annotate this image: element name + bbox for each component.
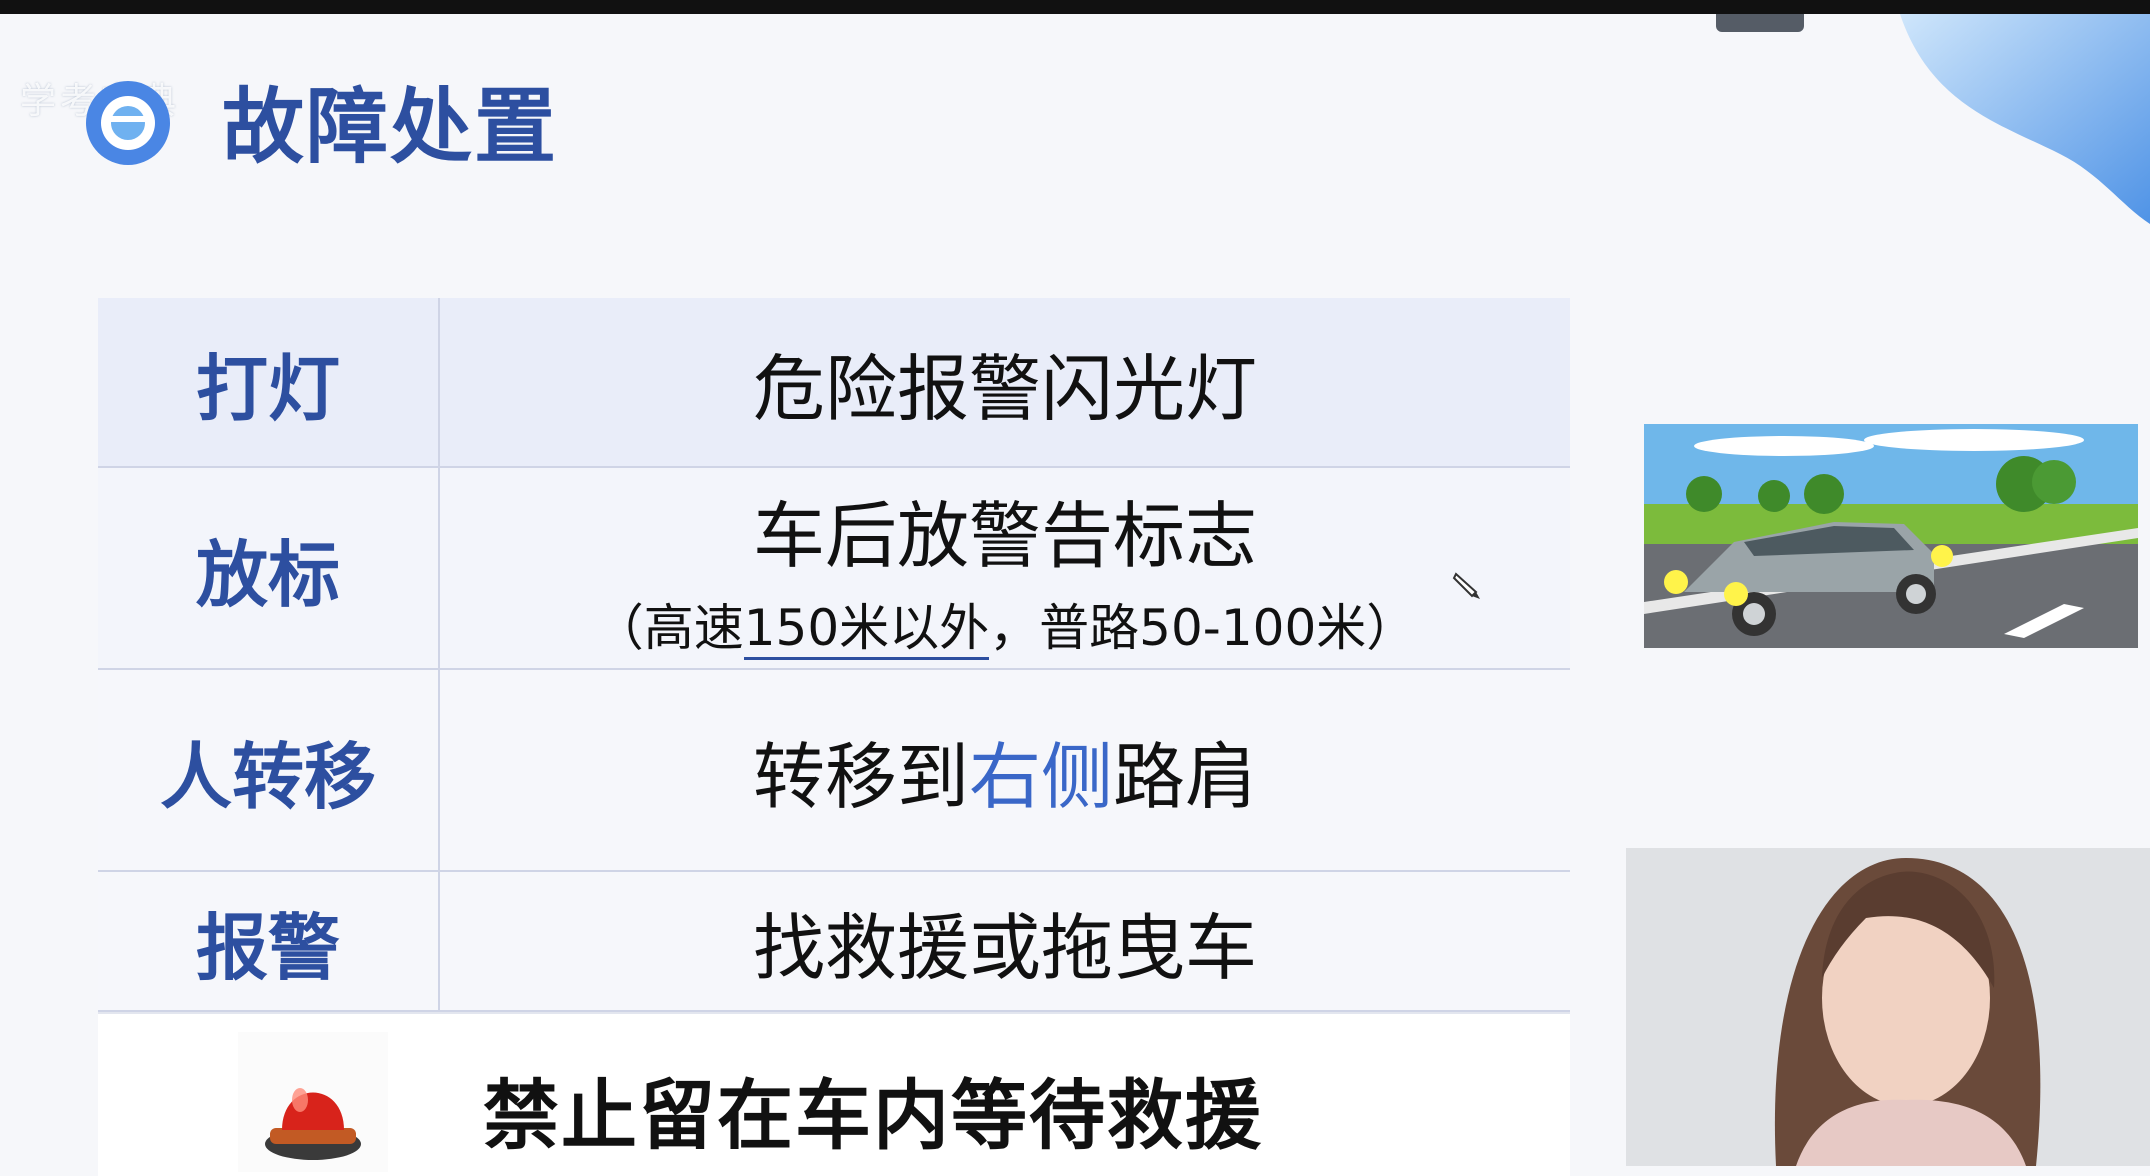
pencil-cursor-icon bbox=[1452, 572, 1480, 599]
row-label: 报警 bbox=[98, 872, 440, 1010]
row-content-text: 转移到右侧路肩 bbox=[753, 718, 1257, 823]
car-breakdown-image bbox=[1644, 424, 2138, 648]
corner-decoration bbox=[1900, 14, 2150, 224]
row-content: 危险报警闪光灯 bbox=[440, 298, 1570, 466]
row-content: 找救援或拖曳车 bbox=[440, 872, 1570, 1010]
table-row: 打灯 危险报警闪光灯 bbox=[98, 298, 1570, 468]
top-bar bbox=[0, 0, 2150, 14]
subtext-underlined: 150米以外 bbox=[743, 598, 990, 660]
subtext-rest: ，普路50-100米） bbox=[989, 598, 1417, 657]
row-label: 放标 bbox=[98, 468, 440, 668]
content-pre: 转移到 bbox=[752, 734, 969, 819]
webcam-feed bbox=[1626, 848, 2150, 1166]
row-content-text: 车后放警告标志 bbox=[752, 493, 1257, 578]
top-widget[interactable] bbox=[1716, 14, 1804, 32]
page-title: 故障处置 bbox=[222, 80, 559, 175]
content-highlight: 右侧 bbox=[968, 734, 1113, 819]
row-label: 人转移 bbox=[98, 670, 440, 870]
procedure-table: 打灯 危险报警闪光灯 放标 车后放警告标志 （高速150米以外，普路50-100… bbox=[98, 298, 1570, 1176]
presenter-video bbox=[1626, 848, 2150, 1166]
table-row: 人转移 转移到右侧路肩 bbox=[98, 670, 1570, 872]
warning-row: 禁止留在车内等待救援 bbox=[98, 1012, 1570, 1176]
table-row: 放标 车后放警告标志 （高速150米以外，普路50-100米） bbox=[98, 468, 1570, 670]
row-content-text: 危险报警闪光灯 bbox=[752, 346, 1257, 431]
content-post: 路肩 bbox=[1113, 734, 1258, 819]
row-content: 车后放警告标志 （高速150米以外，普路50-100米） bbox=[440, 468, 1570, 668]
table-row: 报警 找救援或拖曳车 bbox=[98, 872, 1570, 1012]
row-content-text: 找救援或拖曳车 bbox=[752, 905, 1257, 990]
subtext-open: （高速 bbox=[593, 598, 744, 657]
row-content: 转移到右侧路肩 bbox=[440, 670, 1570, 870]
red-alarm-light-icon bbox=[265, 1088, 361, 1160]
circle-logo-icon bbox=[86, 81, 170, 165]
warning-text: 禁止留在车内等待救援 bbox=[483, 1071, 1263, 1160]
alarm-image bbox=[238, 1032, 388, 1172]
row-label: 打灯 bbox=[98, 298, 440, 466]
row-subtext: （高速150米以外，普路50-100米） bbox=[593, 588, 1417, 660]
